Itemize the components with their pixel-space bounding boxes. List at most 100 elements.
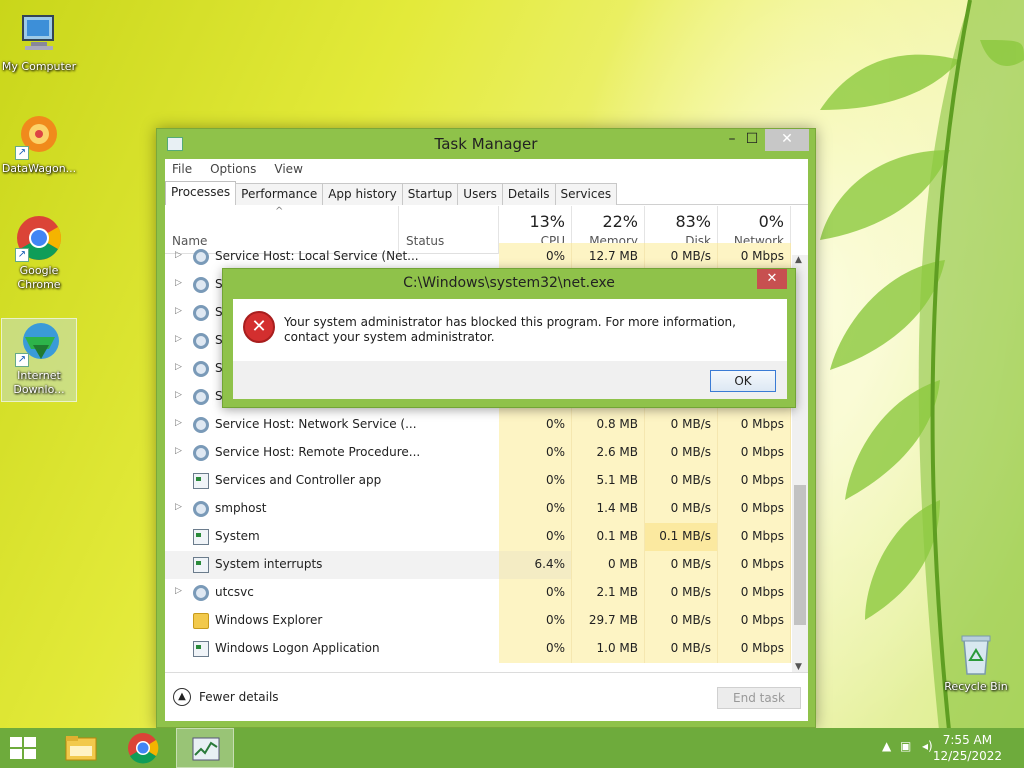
clock[interactable]: 7:55 AM 12/25/2022 (933, 732, 1002, 764)
dialog-message: Your system administrator has blocked th… (284, 315, 736, 344)
cpu-total: 13% (529, 212, 565, 231)
taskbar-task-manager[interactable] (176, 728, 234, 768)
cpu-value: 0% (499, 439, 572, 467)
process-row[interactable]: Services and Controller app 0% 5.1 MB 0 MB/… (165, 467, 791, 495)
app-icon (193, 557, 209, 573)
process-row[interactable]: System 0% 0.1 MB 0.1 MB/s 0 Mbps (165, 523, 791, 551)
disk-value: 0 MB/s (645, 551, 718, 579)
tab-details[interactable]: Details (501, 183, 556, 205)
expand-chevron-icon[interactable]: ▷ (175, 390, 182, 400)
cpu-value: 0% (499, 523, 572, 551)
shortcut-arrow-icon: ↗ (15, 146, 29, 160)
show-hidden-icons-icon[interactable]: ▲ (882, 739, 891, 753)
process-row[interactable]: ▷ Service Host: Network Service (... 0% 0.8… (165, 411, 791, 439)
sort-arrow-icon: ^ (275, 206, 284, 217)
process-row[interactable]: Windows Explorer 0% 29.7 MB 0 MB/s 0 Mbps (165, 607, 791, 635)
process-row[interactable]: Windows Logon Application 0% 1.0 MB 0 MB/s 0… (165, 635, 791, 663)
title-bar[interactable]: Task Manager – ☐ ✕ (157, 129, 815, 159)
expand-chevron-icon[interactable]: ▷ (175, 586, 182, 596)
tab-processes[interactable]: Processes (165, 181, 237, 205)
desktop-icon-datawagon[interactable]: ↗ DataWagon... (1, 112, 77, 176)
process-name: Windows Explorer (215, 613, 323, 627)
expand-chevron-icon[interactable]: ▷ (175, 446, 182, 456)
tab-users[interactable]: Users (457, 183, 503, 205)
gear-icon (193, 277, 209, 293)
tab-performance[interactable]: Performance (235, 183, 324, 205)
process-row[interactable]: ▷ smphost 0% 1.4 MB 0 MB/s 0 Mbps (165, 495, 791, 523)
memory-value: 1.0 MB (572, 635, 645, 663)
network-icon[interactable]: ▣ (900, 739, 911, 753)
gear-icon (193, 501, 209, 517)
start-button[interactable] (10, 737, 38, 761)
volume-icon[interactable]: ◂) (922, 739, 933, 753)
process-row[interactable]: System interrupts 6.4% 0 MB 0 MB/s 0 Mbps (165, 551, 791, 579)
chevron-up-icon: ▲ (173, 688, 191, 706)
clock-time: 7:55 AM (942, 733, 993, 747)
process-row[interactable]: ▷ Service Host: Remote Procedure... 0% 2.6 … (165, 439, 791, 467)
gear-icon (193, 417, 209, 433)
memory-value: 2.1 MB (572, 579, 645, 607)
error-icon: ✕ (243, 311, 275, 343)
folder-icon (193, 613, 209, 629)
expand-chevron-icon[interactable]: ▷ (175, 362, 182, 372)
app-icon (193, 473, 209, 489)
cpu-value: 0% (499, 579, 572, 607)
app-icon (193, 529, 209, 545)
expand-chevron-icon[interactable]: ▷ (175, 334, 182, 344)
menu-file[interactable]: File (172, 162, 192, 176)
end-task-button[interactable]: End task (717, 687, 801, 709)
scroll-up-icon[interactable]: ▲ (795, 255, 802, 265)
scroll-down-icon[interactable]: ▼ (795, 662, 802, 672)
gear-icon (193, 305, 209, 321)
cpu-value: 0% (499, 467, 572, 495)
expand-chevron-icon[interactable]: ▷ (175, 306, 182, 316)
taskbar-file-explorer[interactable] (52, 728, 110, 768)
tab-startup[interactable]: Startup (401, 183, 459, 205)
expand-chevron-icon[interactable]: ▷ (175, 278, 182, 288)
desktop-icon-internet-download-manager[interactable]: ↗ Internet Downlo... (1, 318, 77, 402)
datawagon-icon: ↗ (15, 112, 63, 160)
process-name: Service Host: Network Service (... (215, 417, 417, 431)
task-manager-footer: ▲ Fewer details End task (165, 672, 808, 721)
idm-icon: ↗ (15, 319, 63, 367)
close-button[interactable]: ✕ (765, 129, 809, 151)
process-row[interactable]: ▷ utcsvc 0% 2.1 MB 0 MB/s 0 Mbps (165, 579, 791, 607)
maximize-button[interactable]: ☐ (737, 129, 767, 151)
ok-button[interactable]: OK (710, 370, 776, 392)
tab-services[interactable]: Services (554, 183, 618, 205)
folder-icon (65, 736, 97, 761)
menu-options[interactable]: Options (210, 162, 256, 176)
fewer-details-button[interactable]: ▲ Fewer details (173, 688, 279, 706)
taskbar-chrome[interactable] (114, 728, 172, 768)
expand-chevron-icon[interactable]: ▷ (175, 418, 182, 428)
process-name: Services and Controller app (215, 473, 382, 487)
network-value: 0 Mbps (718, 243, 791, 271)
memory-total: 22% (602, 212, 638, 231)
system-tray: ▲ ▣ ◂) 7:55 AM 12/25/2022 (864, 728, 1024, 768)
desktop-icon-label: Google Chrome (17, 264, 61, 291)
memory-value: 29.7 MB (572, 607, 645, 635)
menu-bar: File Options View (165, 159, 808, 179)
desktop-icon-recycle-bin[interactable]: Recycle Bin (938, 630, 1014, 694)
process-row[interactable]: ▷ Service Host: Local Service (Net... 0% 12… (165, 243, 791, 271)
clock-date: 12/25/2022 (932, 749, 1002, 763)
expand-chevron-icon[interactable]: ▷ (175, 502, 182, 512)
desktop-icon-my-computer[interactable]: My Computer (1, 10, 77, 74)
scrollbar-thumb[interactable] (794, 485, 806, 625)
disk-value: 0 MB/s (645, 495, 718, 523)
recycle-bin-icon (952, 630, 1000, 678)
task-manager-body: File Options View Processes Performance … (165, 159, 808, 721)
menu-view[interactable]: View (274, 162, 302, 176)
memory-value: 12.7 MB (572, 243, 645, 271)
expand-chevron-icon[interactable]: ▷ (175, 250, 182, 260)
cpu-value: 0% (499, 243, 572, 271)
shortcut-arrow-icon: ↗ (15, 353, 29, 367)
process-name: System (215, 529, 260, 543)
desktop-icon-label: DataWagon... (1, 162, 77, 175)
dialog-close-button[interactable]: ✕ (757, 269, 787, 289)
task-manager-window: Task Manager – ☐ ✕ File Options View Pro… (156, 128, 816, 728)
desktop-icon-chrome[interactable]: ↗ Google Chrome (1, 214, 77, 292)
memory-value: 0.1 MB (572, 523, 645, 551)
memory-value: 0.8 MB (572, 411, 645, 439)
tab-app-history[interactable]: App history (322, 183, 403, 205)
